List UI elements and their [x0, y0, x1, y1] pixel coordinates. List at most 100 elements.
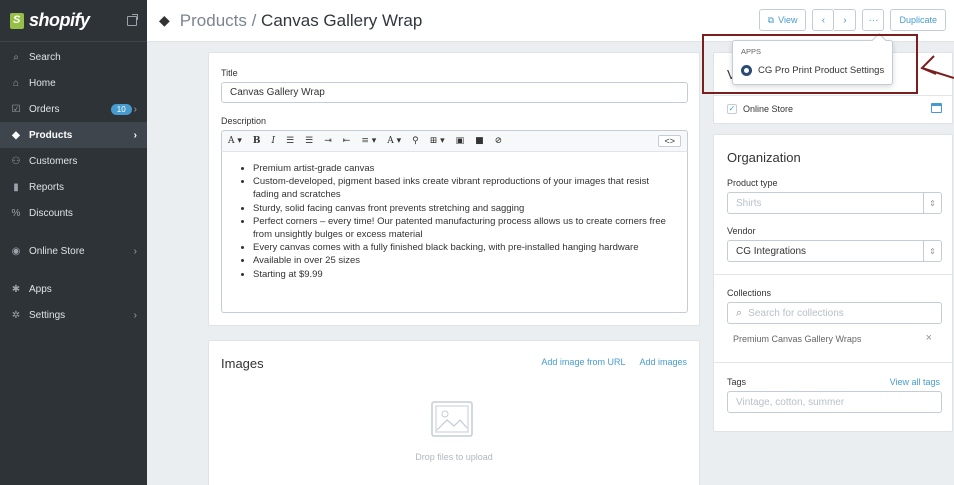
- vendor-label: Vendor: [727, 226, 756, 236]
- search-icon: ⌕: [13, 51, 19, 63]
- tags-label: Tags: [727, 377, 747, 387]
- nav-spacer: [0, 226, 147, 238]
- sidebar-item-label: Orders: [29, 103, 60, 115]
- sidebar-item-label: Apps: [29, 283, 52, 295]
- description-list: Premium artist-grade canvas Custom-devel…: [232, 162, 677, 281]
- external-link-icon[interactable]: [127, 13, 138, 26]
- divider: [714, 362, 952, 363]
- view-all-tags-link[interactable]: View all tags: [890, 377, 940, 387]
- video-icon[interactable]: ■: [475, 136, 484, 146]
- collections-label: Collections: [727, 288, 772, 298]
- outdent-icon[interactable]: ⇤: [343, 136, 351, 146]
- sidebar-nav: ⌕ Search ⌂ Home ☑ Orders 10 › ◆ Products…: [0, 42, 147, 328]
- italic-button[interactable]: I: [272, 136, 276, 146]
- sidebar-item-products[interactable]: ◆ Products ›: [0, 122, 147, 148]
- list-item: Starting at $9.99: [253, 268, 677, 281]
- sidebar-item-home[interactable]: ⌂ Home: [0, 70, 147, 96]
- organization-card: Organization Product type Shirts ⇕ Vendo…: [713, 134, 953, 432]
- chevron-right-icon: ›: [843, 14, 847, 26]
- clear-formatting-icon[interactable]: ⊘: [495, 136, 503, 146]
- breadcrumb-products[interactable]: Products: [180, 11, 247, 30]
- more-actions-button[interactable]: ···: [862, 9, 885, 31]
- orders-count-badge: 10: [110, 103, 132, 115]
- tags-input[interactable]: Vintage, cotton, summer: [727, 391, 942, 413]
- bullet-list-icon[interactable]: ☰: [286, 136, 294, 146]
- image-icon[interactable]: ▣: [456, 136, 465, 146]
- bold-button[interactable]: B: [253, 136, 261, 146]
- images-title: Images: [221, 356, 264, 371]
- editor-toolbar: A ▾ B I ☰ ☰ ⇥ ⇤ ≡ ▾ A ▾ ⚲ ⊞ ▾ ▣ ■ ⊘ <>: [221, 130, 688, 152]
- view-button-label: View: [778, 15, 798, 25]
- gear-icon: ✲: [11, 309, 21, 321]
- list-item: Every canvas comes with a fully finished…: [253, 241, 677, 254]
- link-icon[interactable]: ⚲: [412, 136, 419, 146]
- chevron-right-icon: ›: [133, 103, 137, 115]
- sidebar-item-label: Home: [29, 77, 56, 89]
- images-card: Images Add image from URL Add images Dro…: [208, 340, 700, 485]
- image-placeholder-icon: [431, 401, 473, 437]
- align-button[interactable]: ≡ ▾: [361, 136, 376, 146]
- collections-search-input[interactable]: ⌕ Search for collections: [727, 302, 942, 324]
- html-toggle-button[interactable]: <>: [658, 135, 681, 147]
- description-content[interactable]: Premium artist-grade canvas Custom-devel…: [221, 152, 688, 313]
- search-icon: ⌕: [736, 306, 743, 319]
- sidebar-item-label: Products: [29, 129, 73, 141]
- duplicate-button[interactable]: Duplicate: [890, 9, 946, 31]
- select-arrows-icon: ⇕: [923, 240, 941, 262]
- chevron-right-icon: ›: [133, 245, 137, 257]
- table-button[interactable]: ⊞ ▾: [430, 136, 445, 146]
- sidebar-item-label: Online Store: [29, 245, 85, 257]
- remove-collection-icon[interactable]: ×: [926, 332, 932, 344]
- checkbox-checked-icon[interactable]: ✓: [727, 104, 737, 114]
- calendar-icon[interactable]: [931, 103, 942, 113]
- list-item: Perfect corners – every time! Our patent…: [253, 215, 677, 241]
- sidebar-item-online-store[interactable]: ◉ Online Store ›: [0, 238, 147, 264]
- font-button[interactable]: A ▾: [228, 136, 242, 146]
- discounts-icon: %: [11, 207, 21, 219]
- online-store-icon: ◉: [11, 245, 21, 257]
- title-label: Title: [221, 68, 238, 78]
- collections-placeholder: Search for collections: [748, 307, 844, 319]
- vendor-select[interactable]: CG Integrations ⇕: [727, 240, 942, 262]
- drop-files-text: Drop files to upload: [415, 452, 493, 462]
- chevron-right-icon: ›: [133, 129, 137, 141]
- annotation-highlight-box: [702, 34, 918, 94]
- next-product-button[interactable]: ›: [834, 9, 857, 31]
- sidebar-item-settings[interactable]: ✲ Settings ›: [0, 302, 147, 328]
- external-link-icon: ⧉: [767, 14, 775, 25]
- title-input[interactable]: Canvas Gallery Wrap: [221, 82, 688, 103]
- add-images-link[interactable]: Add images: [639, 357, 687, 367]
- online-store-label: Online Store: [743, 104, 794, 114]
- previous-product-button[interactable]: ‹: [812, 9, 835, 31]
- sidebar-item-orders[interactable]: ☑ Orders 10 ›: [0, 96, 147, 122]
- divider: [714, 95, 952, 96]
- online-store-channel[interactable]: ✓ Online Store: [727, 104, 793, 114]
- sidebar-item-customers[interactable]: ⚇ Customers: [0, 148, 147, 174]
- sidebar-item-apps[interactable]: ✱ Apps: [0, 276, 147, 302]
- orders-icon: ☑: [11, 103, 21, 115]
- indent-icon[interactable]: ⇥: [324, 136, 332, 146]
- breadcrumb-separator: /: [246, 10, 262, 30]
- chevron-left-icon: ‹: [821, 14, 826, 26]
- product-type-select[interactable]: Shirts ⇕: [727, 192, 942, 214]
- vendor-value: CG Integrations: [736, 245, 807, 257]
- brand-name: shopify: [29, 10, 90, 30]
- list-item: Premium artist-grade canvas: [253, 162, 677, 175]
- sidebar-item-label: Search: [29, 51, 61, 63]
- view-button[interactable]: ⧉ View: [758, 9, 807, 31]
- collection-item: Premium Canvas Gallery Wraps: [733, 334, 862, 344]
- images-actions: Add image from URL Add images: [541, 357, 687, 367]
- sidebar-item-reports[interactable]: ▮ Reports: [0, 174, 147, 200]
- sidebar-item-label: Reports: [29, 181, 65, 193]
- text-color-button[interactable]: A ▾: [387, 136, 401, 146]
- add-image-from-url-link[interactable]: Add image from URL: [541, 357, 625, 367]
- customers-icon: ⚇: [11, 155, 21, 167]
- sidebar-item-label: Settings: [29, 309, 66, 321]
- sidebar-item-discounts[interactable]: % Discounts: [0, 200, 147, 226]
- sidebar: shopify ⌕ Search ⌂ Home ☑ Orders 10 › ◆ …: [0, 0, 147, 485]
- numbered-list-icon[interactable]: ☰: [305, 136, 313, 146]
- list-item: Sturdy, solid facing canvas front preven…: [253, 202, 677, 215]
- brand[interactable]: shopify: [0, 0, 147, 42]
- sidebar-item-search[interactable]: ⌕ Search: [0, 44, 147, 70]
- description-editor: A ▾ B I ☰ ☰ ⇥ ⇤ ≡ ▾ A ▾ ⚲ ⊞ ▾ ▣ ■ ⊘ <> P…: [221, 130, 688, 313]
